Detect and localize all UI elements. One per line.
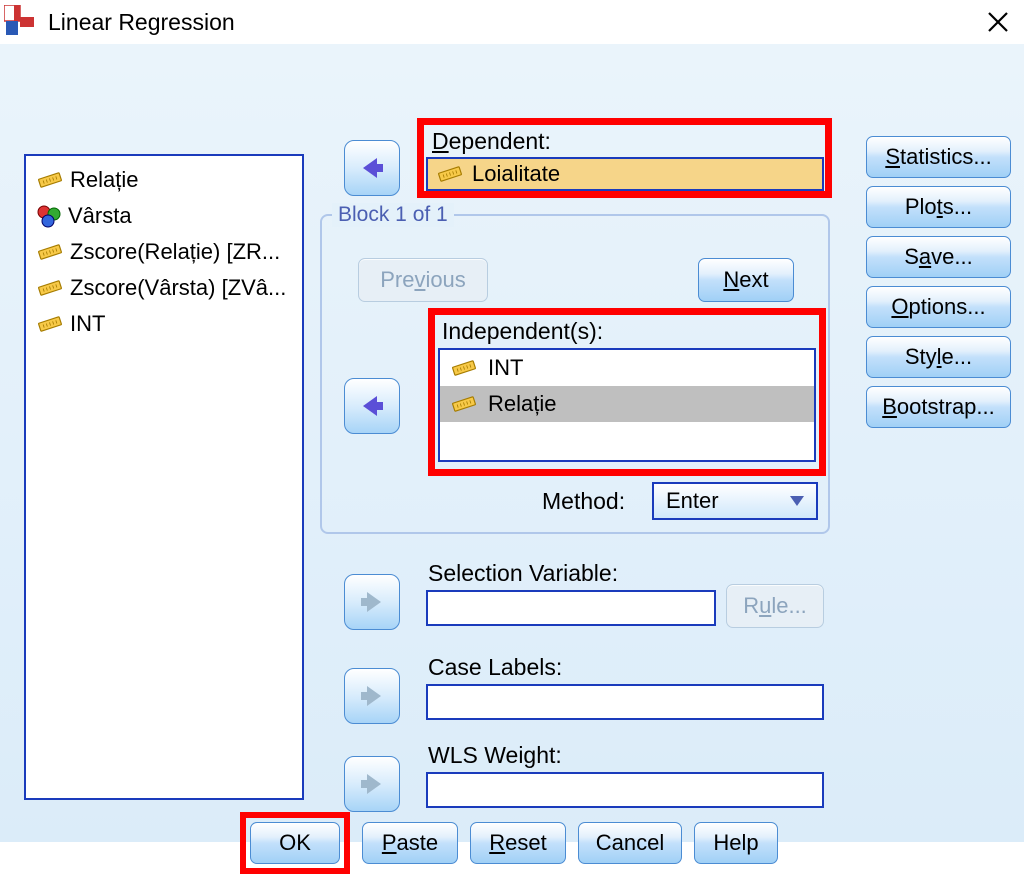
method-select[interactable]: Enter [652, 482, 818, 520]
style-button[interactable]: Style... [866, 336, 1011, 378]
scale-icon [450, 358, 478, 378]
app-icon [4, 5, 38, 39]
source-var-item[interactable]: INT [30, 306, 298, 342]
reset-button[interactable]: Reset [470, 822, 566, 864]
save-button[interactable]: Save... [866, 236, 1011, 278]
arrow-left-icon [357, 391, 387, 421]
help-button[interactable]: Help [694, 822, 778, 864]
statistics-button[interactable]: Statistics... [866, 136, 1011, 178]
title-bar: Linear Regression [0, 0, 1024, 44]
cancel-button[interactable]: Cancel [578, 822, 682, 864]
bootstrap-button[interactable]: Bootstrap... [866, 386, 1011, 428]
arrow-left-icon [357, 153, 387, 183]
paste-button[interactable]: Paste [362, 822, 458, 864]
dialog-body: Relație Vârsta Zscore(Relație) [ZR... Zs… [0, 44, 1024, 842]
block-legend: Block 1 of 1 [332, 203, 454, 227]
wls-weight-box[interactable] [426, 772, 824, 808]
method-label: Method: [542, 488, 625, 515]
plots-button[interactable]: Plots... [866, 186, 1011, 228]
source-var-item[interactable]: Vârsta [30, 198, 298, 234]
dropdown-triangle-icon [790, 496, 804, 506]
highlight-box-ok: OK [240, 812, 350, 874]
options-button[interactable]: Options... [866, 286, 1011, 328]
ok-button[interactable]: OK [250, 822, 340, 864]
independents-box[interactable]: INT Relație [438, 348, 816, 462]
previous-button: Previous [358, 258, 488, 302]
independent-item[interactable]: Relație [440, 386, 814, 422]
scale-icon [36, 170, 64, 190]
scale-icon [36, 278, 64, 298]
independent-item[interactable]: INT [440, 350, 814, 386]
wls-weight-label: WLS Weight: [428, 742, 562, 769]
scale-icon [436, 164, 464, 184]
transfer-independent-button[interactable] [344, 378, 400, 434]
case-labels-box[interactable] [426, 684, 824, 720]
close-button[interactable] [980, 4, 1016, 40]
dependent-item[interactable]: Loialitate [428, 159, 822, 189]
independents-label: Independent(s): [442, 318, 603, 345]
source-variable-list[interactable]: Relație Vârsta Zscore(Relație) [ZR... Zs… [24, 154, 304, 800]
transfer-dependent-button[interactable] [344, 140, 400, 196]
dependent-box[interactable]: Loialitate [426, 157, 824, 191]
case-labels-label: Case Labels: [428, 654, 562, 681]
nominal-icon [36, 204, 62, 228]
transfer-selection-var-button[interactable] [344, 574, 400, 630]
source-var-item[interactable]: Relație [30, 162, 298, 198]
transfer-wls-weight-button[interactable] [344, 756, 400, 812]
block-fieldset: Block 1 of 1 Previous Next Independent(s… [320, 214, 830, 534]
arrow-right-icon [357, 587, 387, 617]
source-var-item[interactable]: Zscore(Vârsta) [ZVâ... [30, 270, 298, 306]
source-var-item[interactable]: Zscore(Relație) [ZR... [30, 234, 298, 270]
transfer-case-labels-button[interactable] [344, 668, 400, 724]
scale-icon [36, 314, 64, 334]
next-button[interactable]: Next [698, 258, 794, 302]
scale-icon [36, 242, 64, 262]
scale-icon [450, 394, 478, 414]
arrow-right-icon [357, 681, 387, 711]
dependent-label: Dependent: [432, 128, 551, 155]
window-title: Linear Regression [48, 9, 235, 36]
arrow-right-icon [357, 769, 387, 799]
selection-variable-box[interactable] [426, 590, 716, 626]
selection-variable-label: Selection Variable: [428, 560, 618, 587]
rule-button: Rule... [726, 584, 824, 628]
